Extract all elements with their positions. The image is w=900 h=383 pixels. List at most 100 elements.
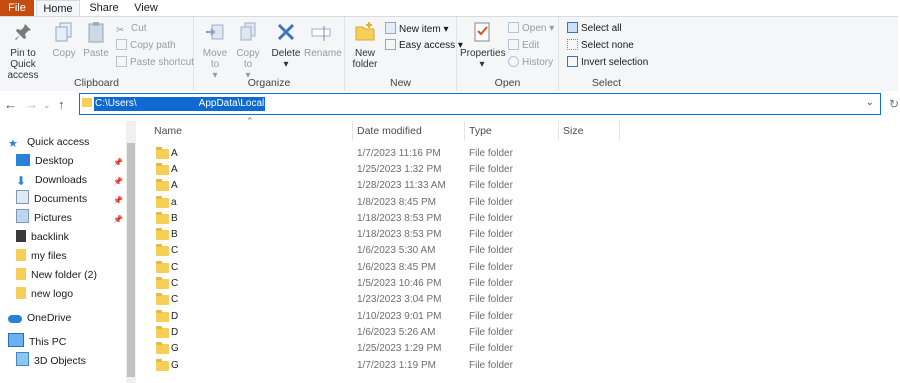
column-header-type[interactable]: Type	[469, 121, 492, 141]
table-row[interactable]: B 1/18/2023 8:53 PM File folder	[150, 211, 630, 227]
new-folder-button[interactable]: New folder	[348, 21, 382, 70]
address-bar[interactable]: C:\Users\ AppData\Local ⌄	[79, 93, 881, 115]
file-date: 1/25/2023 1:32 PM	[357, 164, 442, 175]
up-arrow-icon[interactable]: ↑	[58, 97, 65, 112]
new-item-button[interactable]: New item ▾	[385, 22, 449, 36]
table-row[interactable]: G 1/25/2023 1:29 PM File folder	[150, 341, 630, 357]
copy-path-label: Copy path	[130, 40, 176, 51]
copy-to-icon	[240, 22, 256, 41]
nav-3d-objects-label: 3D Objects	[34, 355, 86, 367]
move-to-button[interactable]: Move to ▾	[200, 21, 230, 81]
tab-home[interactable]: Home	[36, 0, 80, 17]
nav-quick-access-label: Quick access	[27, 136, 90, 148]
select-all-icon	[567, 22, 578, 33]
copy-button[interactable]: Copy	[50, 21, 78, 59]
table-row[interactable]: A 1/25/2023 1:32 PM File folder	[150, 162, 630, 178]
select-none-label: Select none	[581, 40, 634, 51]
edit-button[interactable]: Edit	[508, 39, 539, 53]
move-to-icon	[206, 24, 224, 40]
table-row[interactable]: B 1/18/2023 8:53 PM File folder	[150, 227, 630, 243]
column-divider[interactable]	[464, 121, 465, 141]
nav-this-pc[interactable]: This PC	[8, 333, 66, 351]
nav-desktop[interactable]: Desktop	[16, 152, 74, 170]
tab-view[interactable]: View	[128, 0, 164, 16]
select-all-button[interactable]: Select all	[567, 22, 622, 36]
nav-scrollbar[interactable]	[126, 121, 136, 383]
nav-backlink[interactable]: backlink	[16, 228, 69, 246]
tab-file[interactable]: File	[0, 0, 34, 16]
nav-my-files[interactable]: my files	[16, 247, 67, 265]
table-row[interactable]: C 1/5/2023 10:46 PM File folder	[150, 276, 630, 292]
nav-onedrive[interactable]: OneDrive	[8, 309, 71, 327]
file-name: C	[171, 262, 179, 273]
nav-3d-objects[interactable]: 3D Objects	[16, 352, 86, 370]
nav-desktop-label: Desktop	[35, 155, 74, 167]
column-header-date[interactable]: Date modified	[357, 121, 422, 141]
paste-shortcut-button[interactable]: Paste shortcut	[116, 56, 194, 70]
column-header-size[interactable]: Size	[563, 121, 583, 141]
address-path-start: C:\Users\	[95, 98, 137, 109]
table-row[interactable]: C 1/23/2023 3:04 PM File folder	[150, 292, 630, 308]
column-divider[interactable]	[619, 121, 620, 141]
select-all-label: Select all	[581, 23, 622, 34]
delete-button[interactable]: Delete ▾	[271, 21, 301, 70]
tab-share[interactable]: Share	[84, 0, 124, 16]
nav-quick-access[interactable]: ★ Quick access	[8, 133, 89, 151]
table-row[interactable]: G 1/7/2023 1:19 PM File folder	[150, 358, 630, 374]
file-date: 1/5/2023 10:46 PM	[357, 278, 442, 289]
file-date: 1/25/2023 1:29 PM	[357, 343, 442, 354]
refresh-icon[interactable]: ↻	[889, 97, 899, 111]
table-row[interactable]: a 1/8/2023 8:45 PM File folder	[150, 195, 630, 211]
file-date: 1/7/2023 11:16 PM	[357, 148, 441, 159]
move-to-label: Move to	[202, 48, 228, 70]
history-button[interactable]: History	[508, 56, 553, 70]
new-folder-label: New folder	[352, 48, 378, 70]
paste-button[interactable]: Paste	[82, 21, 110, 59]
nav-new-logo[interactable]: new logo	[16, 285, 73, 303]
table-row[interactable]: C 1/6/2023 5:30 AM File folder	[150, 243, 630, 259]
pin-icon	[15, 24, 31, 40]
column-header-name[interactable]: Name	[154, 121, 182, 141]
file-type: File folder	[469, 229, 513, 240]
forward-arrow-icon[interactable]: →	[25, 97, 38, 112]
folder-icon	[156, 196, 169, 208]
open-button[interactable]: Open ▾	[508, 22, 554, 36]
nav-documents[interactable]: Documents	[16, 190, 87, 208]
pin-quick-access-button[interactable]: Pin to Quick access	[0, 21, 46, 81]
select-none-button[interactable]: Select none	[567, 39, 634, 53]
file-type: File folder	[469, 180, 513, 191]
file-type: File folder	[469, 360, 513, 371]
rename-button[interactable]: Rename	[304, 21, 342, 59]
folder-icon	[16, 249, 26, 261]
back-arrow-icon[interactable]: ←	[4, 97, 17, 112]
cut-button[interactable]: ✂ Cut	[116, 22, 147, 36]
column-divider[interactable]	[352, 121, 353, 141]
paste-shortcut-label: Paste shortcut	[130, 57, 194, 68]
file-date: 1/23/2023 3:04 PM	[357, 294, 442, 305]
file-type: File folder	[469, 343, 513, 354]
nav-scrollbar-thumb[interactable]	[127, 143, 135, 377]
new-group-label: New	[389, 77, 411, 89]
address-dropdown-icon[interactable]: ⌄	[866, 97, 874, 108]
properties-button[interactable]: Properties ▾	[460, 21, 506, 70]
easy-access-button[interactable]: Easy access ▾	[385, 39, 463, 53]
navigation-pane: ★ Quick access Desktop ⬇ Downloads Documen…	[0, 121, 124, 383]
table-row[interactable]: D 1/6/2023 5:26 AM File folder	[150, 325, 630, 341]
column-divider[interactable]	[558, 121, 559, 141]
file-type: File folder	[469, 278, 513, 289]
nav-pictures[interactable]: Pictures	[16, 209, 72, 227]
nav-new-folder-2[interactable]: New folder (2)	[16, 266, 97, 284]
copy-to-button[interactable]: Copy to ▾	[233, 21, 263, 81]
copy-to-label: Copy to	[236, 48, 260, 70]
copy-path-button[interactable]: Copy path	[116, 39, 176, 53]
folder-icon	[16, 287, 26, 299]
invert-selection-button[interactable]: Invert selection	[567, 56, 648, 70]
table-row[interactable]: D 1/10/2023 9:01 PM File folder	[150, 309, 630, 325]
table-row[interactable]: C 1/6/2023 8:45 PM File folder	[150, 260, 630, 276]
table-row[interactable]: A 1/28/2023 11:33 AM File folder	[150, 178, 630, 194]
nav-downloads[interactable]: ⬇ Downloads	[16, 171, 87, 189]
recent-dropdown-icon[interactable]: ⌄	[43, 100, 51, 111]
file-type: File folder	[469, 213, 513, 224]
file-name: G	[171, 360, 179, 371]
table-row[interactable]: A 1/7/2023 11:16 PM File folder	[150, 146, 630, 162]
